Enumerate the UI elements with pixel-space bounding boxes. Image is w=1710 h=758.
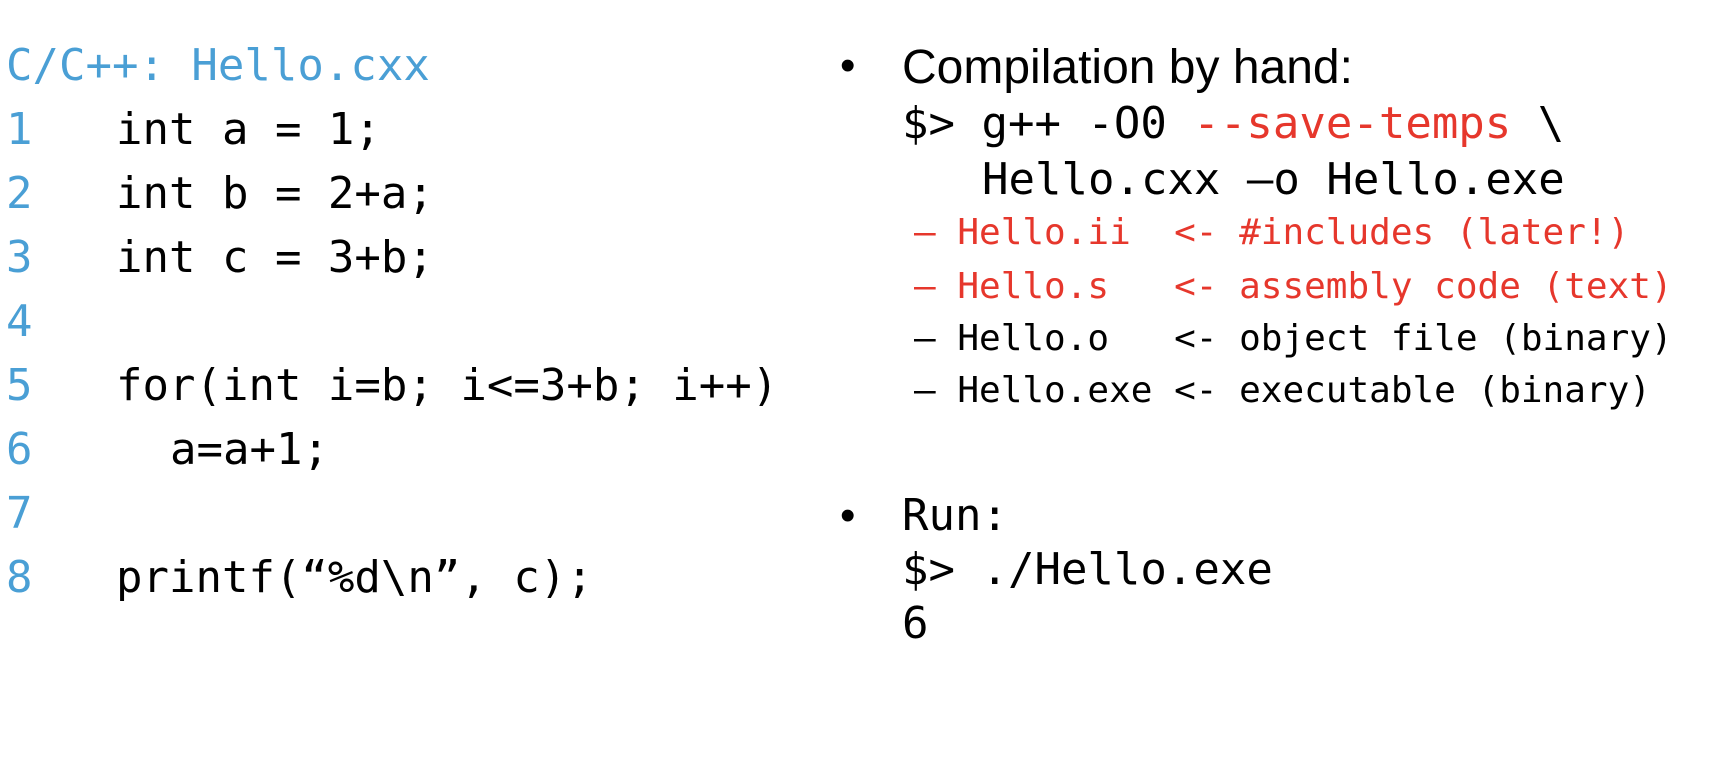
line-number: 3: [6, 232, 33, 283]
bullet-run: •: [840, 491, 856, 540]
code-line-1: 1 int a = 1;: [4, 100, 804, 160]
code-line-5: 5 for(int i=b; i<=3+b; i++): [4, 356, 804, 416]
compile-heading: Compilation by hand:: [902, 41, 1353, 94]
line-number: 8: [6, 552, 33, 603]
compile-command-line2: Hello.cxx –o Hello.exe: [982, 154, 1565, 205]
line-number: 2: [6, 168, 33, 219]
code-line-3: 3 int c = 3+b;: [4, 228, 804, 288]
code-line-6: 6 a=a+1;: [4, 420, 804, 480]
save-temps-flag: --save-temps: [1193, 98, 1512, 149]
line-code: int a = 1;: [116, 104, 381, 155]
code-line-2: 2 int b = 2+a;: [4, 164, 804, 224]
code-line-7: 7: [4, 484, 804, 544]
compile-command: $> g++ -O0 --save-temps \: [902, 94, 1564, 154]
code-line-4: 4: [4, 292, 804, 352]
line-code: a=a+1;: [170, 424, 329, 475]
code-line-8: 8 printf(“%d\n”, c);: [4, 548, 804, 608]
run-command: $> ./Hello.exe: [902, 544, 1273, 595]
output-exe: – Hello.exe <- executable (binary): [914, 370, 1651, 411]
compile-command-prompt: $> g++ -O0: [902, 98, 1194, 149]
run-output: 6: [902, 598, 929, 649]
line-number: 1: [6, 104, 33, 155]
line-code: int b = 2+a;: [116, 168, 434, 219]
line-number: 7: [6, 488, 33, 539]
line-number: 6: [6, 424, 33, 475]
line-code: for(int i=b; i<=3+b; i++): [116, 360, 779, 411]
output-s: – Hello.s <- assembly code (text): [914, 266, 1673, 307]
line-number: 4: [6, 296, 33, 347]
output-ii: – Hello.ii <- #includes (later!): [914, 212, 1630, 253]
code-title: C/C++: Hello.cxx: [6, 40, 430, 91]
bullet-compile: •: [840, 41, 856, 90]
run-heading: Run:: [902, 490, 1008, 541]
output-o: – Hello.o <- object file (binary): [914, 318, 1673, 359]
notes-panel: • Compilation by hand: $> g++ -O0 --save…: [840, 36, 1700, 736]
line-number: 5: [6, 360, 33, 411]
line-continuation: \: [1511, 98, 1565, 149]
line-code: int c = 3+b;: [116, 232, 434, 283]
line-code: printf(“%d\n”, c);: [116, 552, 593, 603]
